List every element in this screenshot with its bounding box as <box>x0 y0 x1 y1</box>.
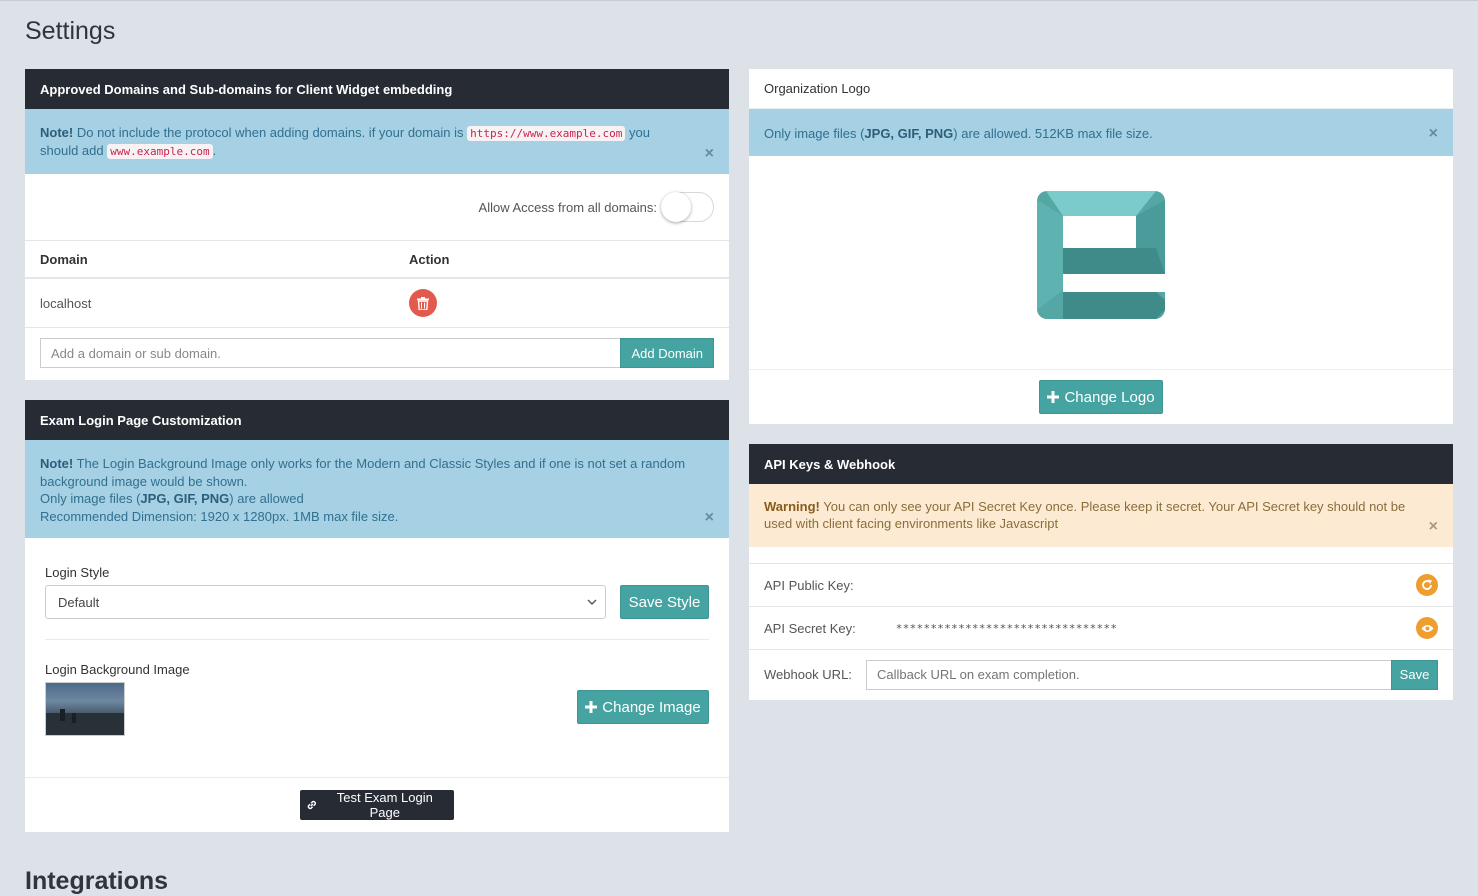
login-background-thumbnail <box>45 682 125 736</box>
note-text: Only image files ( <box>40 491 141 506</box>
table-row: localhost <box>25 279 729 328</box>
close-alert-button[interactable]: × <box>1429 126 1438 142</box>
thumb-figure <box>72 713 76 723</box>
exam-note-alert: Note! The Login Background Image only wo… <box>25 440 729 538</box>
save-webhook-button[interactable]: Save <box>1391 659 1438 690</box>
delete-domain-button[interactable] <box>409 289 437 317</box>
add-domain-row: Add Domain <box>25 328 729 378</box>
example-domain-code: www.example.com <box>107 144 213 159</box>
exam-panel-footer: Test Exam Login Page <box>25 777 729 832</box>
api-panel-title: API Keys & Webhook <box>749 444 1453 484</box>
trash-icon <box>417 296 429 310</box>
column-header-domain: Domain <box>40 251 88 267</box>
example-url-code: https://www.example.com <box>467 126 626 141</box>
domains-panel: Approved Domains and Sub-domains for Cli… <box>25 69 729 380</box>
info-text: ) are allowed. 512KB max file size. <box>953 126 1153 141</box>
file-types: JPG, GIF, PNG <box>864 126 954 141</box>
api-keys-panel: API Keys & Webhook Warning! You can only… <box>749 444 1453 700</box>
reveal-secret-button[interactable] <box>1416 617 1438 639</box>
domains-table-header: Domain Action <box>25 241 729 279</box>
domains-panel-title: Approved Domains and Sub-domains for Cli… <box>25 69 729 109</box>
logo-preview-area <box>749 156 1453 370</box>
exam-login-panel: Exam Login Page Customization Note! The … <box>25 400 729 832</box>
divider <box>45 639 709 640</box>
api-secret-key-label: API Secret Key: <box>764 620 856 636</box>
domain-cell: localhost <box>40 295 92 311</box>
note-text: Do not include the protocol when adding … <box>76 125 464 140</box>
note-text: ) are allowed <box>229 491 304 506</box>
integrations-section-title: Integrations <box>25 867 169 895</box>
change-logo-button[interactable]: Change Logo <box>1039 380 1163 414</box>
login-style-select[interactable]: Default <box>45 585 606 619</box>
file-types: JPG, GIF, PNG <box>140 491 230 506</box>
change-image-button[interactable]: Change Image <box>577 690 709 724</box>
api-public-key-row: API Public Key: <box>749 563 1453 606</box>
change-logo-label: Change Logo <box>1064 388 1155 406</box>
close-alert-button[interactable]: × <box>705 146 714 162</box>
logo-panel-title: Organization Logo <box>749 69 1453 109</box>
webhook-label: Webhook URL: <box>764 667 852 682</box>
info-text: Only image files ( <box>764 126 865 141</box>
api-secret-key-value: ******************************** <box>895 621 1118 635</box>
webhook-row: Webhook URL: Save <box>749 649 1453 699</box>
eye-icon <box>1421 624 1433 632</box>
note-label: Note! <box>40 125 74 140</box>
chevron-down-icon <box>587 599 597 605</box>
note-label: Note! <box>40 456 74 471</box>
allow-all-row: Allow Access from all domains: <box>25 174 729 241</box>
regenerate-key-button[interactable] <box>1416 574 1438 596</box>
login-style-form: Login Style Default Save Style Login Bac… <box>25 538 729 777</box>
change-image-label: Change Image <box>602 698 701 716</box>
api-secret-key-row: API Secret Key: ************************… <box>749 606 1453 649</box>
webhook-url-input[interactable] <box>866 659 1391 690</box>
api-warning-alert: Warning! You can only see your API Secre… <box>749 484 1453 547</box>
close-alert-button[interactable]: × <box>705 510 714 526</box>
warning-label: Warning! <box>764 499 820 514</box>
logo-info-alert: Only image files (JPG, GIF, PNG) are all… <box>749 109 1453 156</box>
allow-all-toggle[interactable] <box>661 192 714 222</box>
test-exam-login-label: Test Exam Login Page <box>336 790 433 820</box>
note-line-3: Recommended Dimension: 1920 x 1280px. 1M… <box>40 508 399 524</box>
save-style-button[interactable]: Save Style <box>620 585 709 619</box>
domain-input[interactable] <box>40 338 621 368</box>
add-domain-button[interactable]: Add Domain <box>620 338 714 368</box>
logo-panel-footer: Change Logo <box>749 370 1453 424</box>
note-line-1: Note! The Login Background Image only wo… <box>40 455 689 490</box>
close-alert-button[interactable]: × <box>1429 519 1438 535</box>
note-text: The Login Background Image only works fo… <box>40 456 686 489</box>
thumb-figure <box>60 709 65 721</box>
page-title: Settings <box>25 17 116 45</box>
exam-panel-title: Exam Login Page Customization <box>25 400 729 440</box>
api-public-key-label: API Public Key: <box>764 577 854 593</box>
thumb-ground <box>46 713 124 735</box>
link-icon <box>307 800 316 810</box>
domains-note-alert: Note! Do not include the protocol when a… <box>25 109 729 174</box>
plus-icon <box>585 701 598 713</box>
note-line-2: Only image files (JPG, GIF, PNG) are all… <box>40 490 689 508</box>
note-text: . <box>212 143 217 158</box>
refresh-icon <box>1422 579 1432 590</box>
bg-image-label: Login Background Image <box>45 662 190 677</box>
warning-text: You can only see your API Secret Key onc… <box>764 499 1406 531</box>
allow-all-label: Allow Access from all domains: <box>478 199 657 215</box>
login-style-value: Default <box>58 594 100 610</box>
organization-logo <box>1037 191 1166 319</box>
test-exam-login-button[interactable]: Test Exam Login Page <box>300 790 454 820</box>
login-style-label: Login Style <box>45 565 110 580</box>
column-header-action: Action <box>409 251 450 267</box>
action-cell <box>409 289 729 317</box>
org-logo-panel: Organization Logo Only image files (JPG,… <box>749 69 1453 424</box>
toggle-knob <box>661 192 691 222</box>
plus-icon <box>1047 391 1060 403</box>
